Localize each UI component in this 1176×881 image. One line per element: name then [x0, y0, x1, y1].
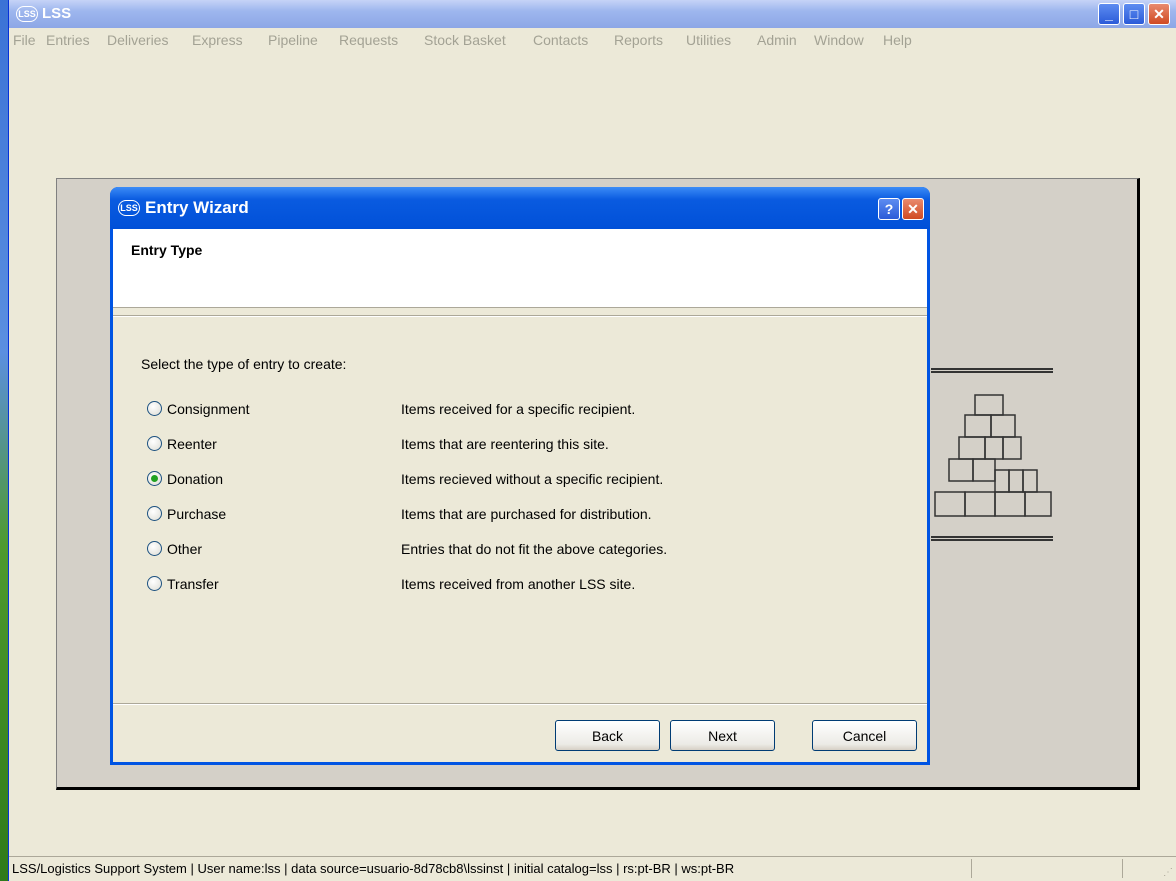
option-label[interactable]: Reenter: [167, 436, 217, 452]
option-description: Items that are reentering this site.: [401, 436, 609, 452]
prompt-label: Select the type of entry to create:: [141, 356, 347, 372]
menu-requests[interactable]: Requests: [339, 32, 398, 48]
dialog-logo-icon: LSS: [118, 200, 140, 216]
entry-wizard-dialog: LSS Entry Wizard ? ✕ Entry Type Select t…: [110, 187, 930, 765]
menu-bar: File Entries Deliveries Express Pipeline…: [9, 28, 1176, 50]
status-divider: [1122, 859, 1123, 878]
status-divider: [971, 859, 972, 878]
status-bar: LSS/Logistics Support System | User name…: [9, 856, 1176, 881]
option-label[interactable]: Transfer: [167, 576, 219, 592]
maximize-button[interactable]: □: [1123, 3, 1145, 25]
back-button[interactable]: Back: [555, 720, 660, 751]
resize-grip-icon[interactable]: ⋰: [1163, 867, 1173, 878]
menu-utilities[interactable]: Utilities: [686, 32, 731, 48]
dialog-body: Entry Type Select the type of entry to c…: [113, 229, 927, 762]
radio-consignment[interactable]: [147, 401, 162, 416]
app-logo-icon: LSS: [16, 6, 38, 22]
minimize-button[interactable]: _: [1098, 3, 1120, 25]
menu-window[interactable]: Window: [814, 32, 864, 48]
option-description: Items recieved without a specific recipi…: [401, 471, 664, 487]
option-description: Entries that do not fit the above catego…: [401, 541, 668, 557]
option-description: Items that are purchased for distributio…: [401, 506, 652, 522]
window-title: LSS: [42, 5, 72, 22]
status-text: LSS/Logistics Support System | User name…: [12, 861, 735, 876]
option-label[interactable]: Purchase: [167, 506, 226, 522]
option-label[interactable]: Consignment: [167, 401, 250, 417]
menu-help[interactable]: Help: [883, 32, 912, 48]
shelf-top-line: [931, 368, 1053, 373]
radio-purchase[interactable]: [147, 506, 162, 521]
close-button[interactable]: ✕: [1148, 3, 1170, 25]
option-description: Items received for a specific recipient.: [401, 401, 636, 417]
menu-file[interactable]: File: [13, 32, 36, 48]
option-label[interactable]: Other: [167, 541, 202, 557]
menu-contacts[interactable]: Contacts: [533, 32, 588, 48]
dialog-close-button[interactable]: ✕: [902, 198, 924, 220]
shelf-bottom-line: [931, 536, 1053, 541]
menu-deliveries[interactable]: Deliveries: [107, 32, 168, 48]
radio-donation[interactable]: [147, 471, 162, 486]
main-titlebar[interactable]: LSS LSS _ □ ✕: [9, 0, 1176, 29]
menu-express[interactable]: Express: [192, 32, 243, 48]
next-button[interactable]: Next: [670, 720, 775, 751]
dialog-title: Entry Wizard: [145, 198, 249, 217]
wizard-header: Entry Type: [113, 229, 927, 308]
header-divider: [113, 315, 927, 317]
help-button[interactable]: ?: [878, 198, 900, 220]
cancel-button[interactable]: Cancel: [812, 720, 917, 751]
menu-admin[interactable]: Admin: [757, 32, 797, 48]
radio-transfer[interactable]: [147, 576, 162, 591]
dialog-titlebar[interactable]: LSS Entry Wizard ? ✕: [110, 187, 930, 229]
stacked-boxes-icon: [934, 394, 1052, 517]
radio-other[interactable]: [147, 541, 162, 556]
menu-entries[interactable]: Entries: [46, 32, 90, 48]
menu-reports[interactable]: Reports: [614, 32, 663, 48]
menu-pipeline[interactable]: Pipeline: [268, 32, 318, 48]
step-title: Entry Type: [131, 242, 203, 258]
menu-stock-basket[interactable]: Stock Basket: [424, 32, 506, 48]
option-label[interactable]: Donation: [167, 471, 223, 487]
radio-reenter[interactable]: [147, 436, 162, 451]
footer-divider: [113, 703, 927, 705]
option-description: Items received from another LSS site.: [401, 576, 636, 592]
